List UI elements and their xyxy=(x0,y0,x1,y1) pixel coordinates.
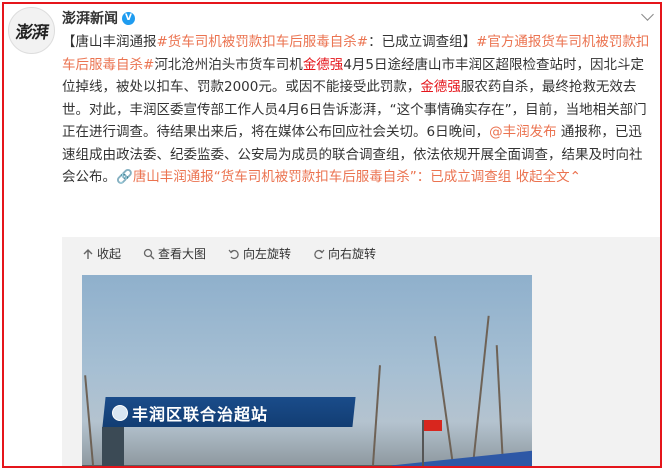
weibo-post-card: 澎湃 澎湃新闻 V 【唐山丰润通报#货车司机被罚款扣车后服毒自杀#：已成立调查组… xyxy=(2,2,662,468)
tree xyxy=(472,315,490,466)
mention-link[interactable]: @丰润发布 xyxy=(489,124,557,140)
tree xyxy=(372,365,381,466)
post-segment: ：已成立调查组】 xyxy=(368,34,477,50)
avatar-text: 澎湃 xyxy=(13,23,49,43)
blue-tarp xyxy=(392,448,532,466)
post-segment: 河北沧州泊头市货车司机 xyxy=(154,56,303,73)
booth-pillar xyxy=(102,427,124,466)
rotate-left-button[interactable]: 向左旋转 xyxy=(228,245,291,262)
article-link[interactable]: 唐山丰润通报“货车司机被罚款扣车后服毒自杀”：已成立调查组 xyxy=(133,169,512,185)
tree xyxy=(495,345,504,466)
tree xyxy=(84,375,94,466)
avatar[interactable]: 澎湃 xyxy=(8,7,55,54)
rotate-right-label: 向右旋转 xyxy=(328,247,377,261)
verified-v-icon: V xyxy=(122,11,135,25)
collapse-label: 收起 xyxy=(97,247,122,261)
media-toolbar: 收起 查看大图 向左旋转 向右旋转 xyxy=(82,245,376,262)
collapse-button[interactable]: 收起 xyxy=(82,245,121,262)
chevron-up-icon[interactable]: ⌃ xyxy=(570,169,581,185)
view-large-label: 查看大图 xyxy=(158,247,207,261)
post-prefix: 【唐山丰润通报 xyxy=(62,34,157,50)
view-large-button[interactable]: 查看大图 xyxy=(143,245,206,262)
collapse-fulltext-link[interactable]: 收起全文 xyxy=(511,169,570,185)
media-panel: 收起 查看大图 向左旋转 向右旋转 丰润区联合治超站 xyxy=(62,237,660,466)
rotate-left-label: 向左旋转 xyxy=(243,247,292,261)
arrow-up-icon xyxy=(83,248,93,259)
news-photo[interactable]: 丰润区联合治超站 xyxy=(82,275,532,466)
checkpoint-emblem-icon xyxy=(112,405,128,421)
highlight-keyword[interactable]: 金德强 xyxy=(303,57,344,73)
flag xyxy=(422,420,442,466)
checkpoint-sign: 丰润区联合治超站 xyxy=(132,405,269,424)
chevron-down-icon[interactable] xyxy=(641,8,654,21)
rotate-right-button[interactable]: 向右旋转 xyxy=(313,245,376,262)
article-link-icon[interactable]: 🔗 xyxy=(116,169,133,185)
tree xyxy=(433,336,454,466)
rotate-right-icon xyxy=(314,249,325,259)
author-name[interactable]: 澎湃新闻 xyxy=(62,8,118,28)
post-text: 【唐山丰润通报#货车司机被罚款扣车后服毒自杀#：已成立调查组】#官方通报货车司机… xyxy=(62,31,654,189)
magnifier-icon xyxy=(143,248,155,259)
topic-link-1[interactable]: #货车司机被罚款扣车后服毒自杀# xyxy=(157,34,369,50)
highlight-keyword[interactable]: 金德强 xyxy=(420,79,461,95)
rotate-left-icon xyxy=(228,249,239,259)
post-header: 澎湃新闻 V xyxy=(62,7,135,29)
